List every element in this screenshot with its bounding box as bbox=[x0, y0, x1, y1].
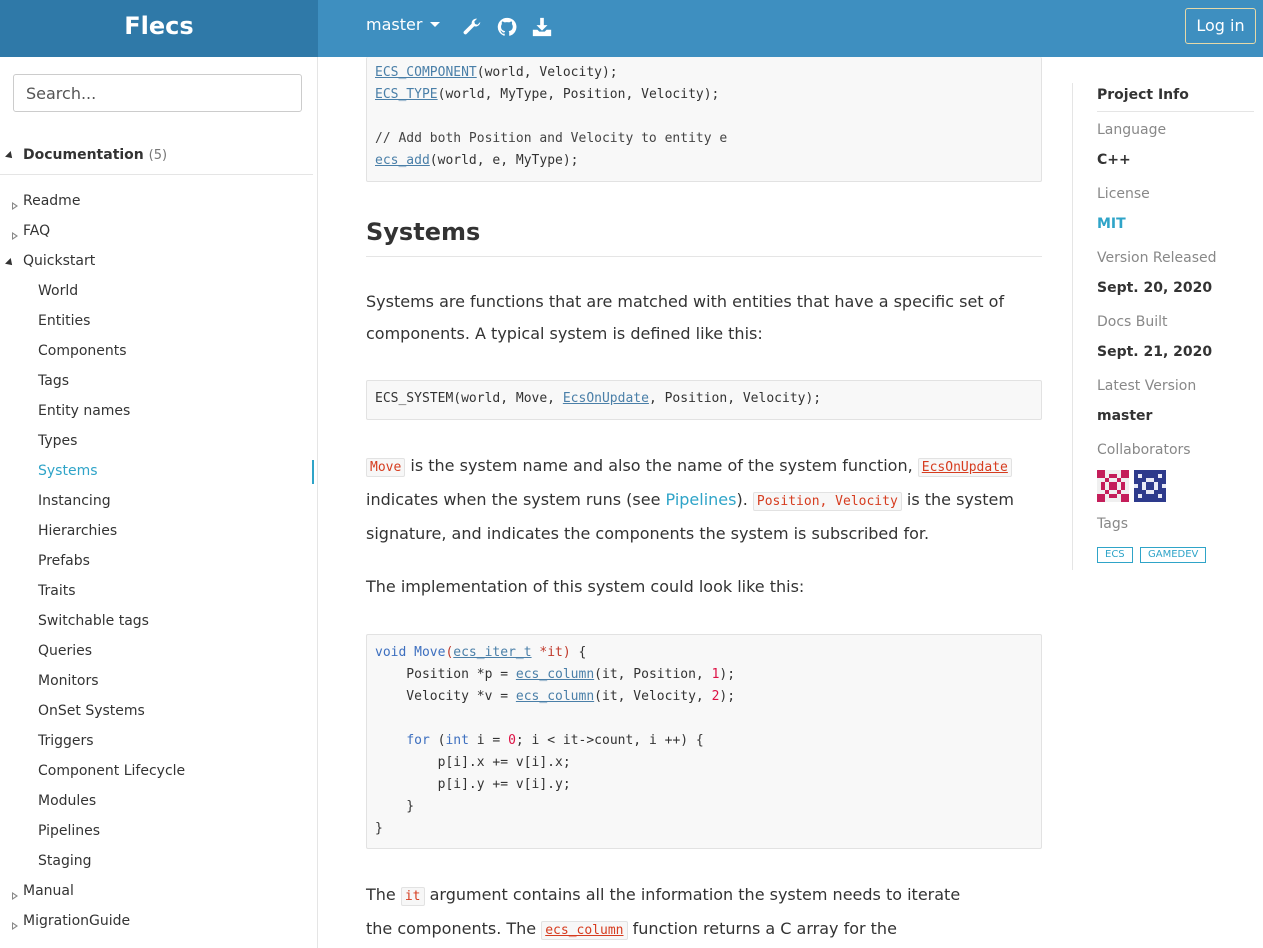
tags-label: Tags bbox=[1097, 516, 1128, 532]
branch-selector[interactable]: master bbox=[366, 15, 441, 34]
top-navbar: Flecs master Log in bbox=[0, 0, 1263, 57]
sidebar-item-systems[interactable]: Systems bbox=[38, 463, 98, 479]
collaborator-avatar[interactable] bbox=[1134, 470, 1166, 502]
collaborator-avatar[interactable] bbox=[1097, 470, 1129, 502]
sidebar-item-readme[interactable]: Readme bbox=[23, 193, 80, 209]
collapsed-triangle-icon[interactable] bbox=[12, 922, 18, 930]
inline-code: it bbox=[400, 887, 425, 906]
pipelines-link[interactable]: Pipelines bbox=[666, 490, 737, 509]
sidebar-item-staging[interactable]: Staging bbox=[38, 853, 92, 869]
sidebar-item-manual[interactable]: Manual bbox=[23, 883, 74, 899]
sidebar-item-tags[interactable]: Tags bbox=[38, 373, 69, 389]
tag-gamedev[interactable]: GAMEDEV bbox=[1140, 547, 1207, 563]
sidebar-item-faq[interactable]: FAQ bbox=[23, 223, 50, 239]
collapsed-triangle-icon[interactable] bbox=[12, 232, 18, 240]
documentation-section-header[interactable]: Documentation (5) bbox=[0, 145, 313, 175]
expanded-triangle-icon bbox=[5, 151, 15, 161]
code-block-types: ECS_COMPONENT(world, Velocity); ECS_TYPE… bbox=[366, 57, 1042, 182]
sidebar-item-hierarchies[interactable]: Hierarchies bbox=[38, 523, 117, 539]
collapsed-triangle-icon[interactable] bbox=[12, 892, 18, 900]
sidebar-item-triggers[interactable]: Triggers bbox=[38, 733, 94, 749]
sidebar-item-instancing[interactable]: Instancing bbox=[38, 493, 111, 509]
license-link[interactable]: MIT bbox=[1097, 216, 1126, 232]
divider bbox=[1097, 111, 1254, 112]
sidebar-item-migrationguide[interactable]: MigrationGuide bbox=[23, 913, 130, 929]
code-text: ECS_SYSTEM(world, Move, EcsOnUpdate, Pos… bbox=[375, 391, 822, 406]
collapsed-triangle-icon[interactable] bbox=[12, 202, 18, 210]
built-value: Sept. 21, 2020 bbox=[1097, 344, 1213, 360]
latest-label: Latest Version bbox=[1097, 378, 1197, 394]
code-link[interactable]: ecs_column bbox=[516, 689, 594, 704]
sidebar-item-onset-systems[interactable]: OnSet Systems bbox=[38, 703, 145, 719]
language-value: C++ bbox=[1097, 152, 1131, 168]
sidebar-item-world[interactable]: World bbox=[38, 283, 78, 299]
sidebar-item-traits[interactable]: Traits bbox=[38, 583, 76, 599]
code-link[interactable]: ECS_COMPONENT bbox=[375, 65, 477, 80]
code-link[interactable]: EcsOnUpdate bbox=[563, 391, 649, 406]
paragraph: Move is the system name and also the nam… bbox=[366, 456, 1014, 543]
sidebar-item-types[interactable]: Types bbox=[38, 433, 77, 449]
inline-code: Move bbox=[366, 458, 406, 477]
download-icon[interactable] bbox=[531, 16, 553, 38]
docs-sidebar: Documentation (5) Readme FAQ Quickstart Wor… bbox=[0, 57, 318, 948]
wrench-icon[interactable] bbox=[461, 16, 483, 38]
code-block-implementation: void Move(ecs_iter_t *it) { Position *p … bbox=[366, 634, 1042, 849]
paragraph: The it argument contains all the informa… bbox=[366, 885, 961, 940]
code-text: void Move(ecs_iter_t *it) { Position *p … bbox=[375, 645, 736, 836]
code-link[interactable]: ecs_iter_t bbox=[453, 645, 531, 660]
sidebar-item-monitors[interactable]: Monitors bbox=[38, 673, 99, 689]
active-item-indicator bbox=[312, 460, 314, 484]
sidebar-item-entities[interactable]: Entities bbox=[38, 313, 90, 329]
code-text: ECS_COMPONENT(world, Velocity); ECS_TYPE… bbox=[375, 65, 728, 168]
code-block-system-decl: ECS_SYSTEM(world, Move, EcsOnUpdate, Pos… bbox=[366, 380, 1042, 420]
inline-code-link[interactable]: EcsOnUpdate bbox=[917, 458, 1012, 477]
expanded-triangle-icon[interactable] bbox=[5, 258, 15, 268]
sidebar-item-switchable-tags[interactable]: Switchable tags bbox=[38, 613, 149, 629]
branch-label: master bbox=[366, 15, 423, 34]
code-link[interactable]: ECS_TYPE bbox=[375, 87, 438, 102]
built-label: Docs Built bbox=[1097, 314, 1168, 330]
code-comment: // Add both Position and Velocity to ent… bbox=[375, 131, 728, 146]
license-label: License bbox=[1097, 186, 1150, 202]
released-value: Sept. 20, 2020 bbox=[1097, 280, 1213, 296]
sidebar-item-component-lifecycle[interactable]: Component Lifecycle bbox=[38, 763, 185, 779]
inline-code: Position, Velocity bbox=[752, 492, 902, 511]
sidebar-item-queries[interactable]: Queries bbox=[38, 643, 92, 659]
code-link[interactable]: ecs_column bbox=[516, 667, 594, 682]
login-button[interactable]: Log in bbox=[1185, 8, 1256, 44]
tag-ecs[interactable]: ECS bbox=[1097, 547, 1133, 563]
search-input[interactable] bbox=[13, 74, 302, 112]
sidebar-item-pipelines[interactable]: Pipelines bbox=[38, 823, 100, 839]
language-label: Language bbox=[1097, 122, 1167, 138]
released-label: Version Released bbox=[1097, 250, 1217, 266]
sidebar-item-modules[interactable]: Modules bbox=[38, 793, 96, 809]
project-info-title: Project Info bbox=[1097, 87, 1189, 103]
sidebar-item-entity-names[interactable]: Entity names bbox=[38, 403, 130, 419]
sidebar-item-prefabs[interactable]: Prefabs bbox=[38, 553, 90, 569]
code-link[interactable]: ecs_add bbox=[375, 153, 430, 168]
paragraph: The implementation of this system could … bbox=[366, 577, 805, 596]
project-info-panel: Project Info Language C++ License MIT Ve… bbox=[1072, 83, 1254, 570]
latest-value: master bbox=[1097, 408, 1153, 424]
inline-code-link[interactable]: ecs_column bbox=[541, 921, 628, 940]
collaborators-label: Collaborators bbox=[1097, 442, 1191, 458]
sidebar-item-components[interactable]: Components bbox=[38, 343, 127, 359]
github-icon[interactable] bbox=[496, 16, 518, 38]
brand-logo[interactable]: Flecs bbox=[0, 0, 318, 57]
section-count: (5) bbox=[148, 148, 168, 163]
section-label: Documentation (5) bbox=[23, 147, 168, 163]
paragraph: Systems are functions that are matched w… bbox=[366, 292, 1005, 343]
caret-down-icon bbox=[430, 22, 441, 27]
sidebar-item-quickstart[interactable]: Quickstart bbox=[23, 253, 95, 269]
section-heading: Systems bbox=[366, 218, 1042, 257]
